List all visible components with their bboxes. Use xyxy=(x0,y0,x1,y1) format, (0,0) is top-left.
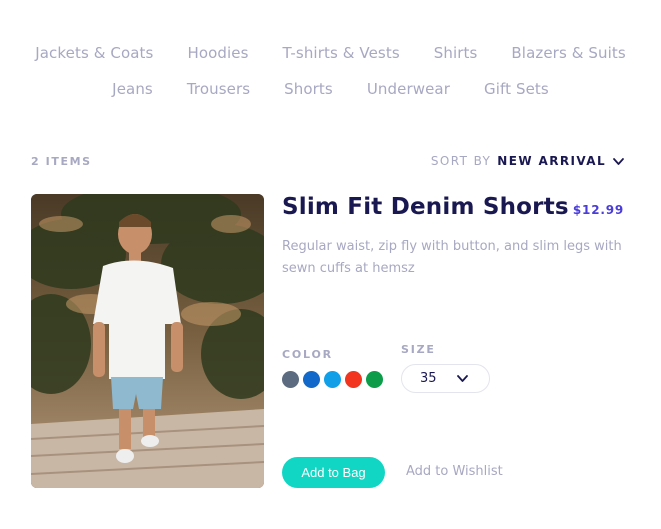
chevron-down-icon xyxy=(613,157,624,165)
category-underwear[interactable]: Underwear xyxy=(350,80,467,98)
category-jackets-coats[interactable]: Jackets & Coats xyxy=(18,44,170,62)
color-swatch-blue[interactable] xyxy=(303,371,320,388)
color-swatch-red[interactable] xyxy=(345,371,362,388)
size-select[interactable]: 35 xyxy=(401,364,490,393)
category-tshirts-vests[interactable]: T-shirts & Vests xyxy=(266,44,417,62)
color-swatch-slate[interactable] xyxy=(282,371,299,388)
chevron-down-icon xyxy=(457,375,468,382)
color-swatches xyxy=(282,371,383,388)
category-trousers[interactable]: Trousers xyxy=(170,80,267,98)
product-photo-illustration xyxy=(31,194,264,488)
add-to-wishlist-link[interactable]: Add to Wishlist xyxy=(406,464,503,479)
category-blazers-suits[interactable]: Blazers & Suits xyxy=(494,44,642,62)
category-gift-sets[interactable]: Gift Sets xyxy=(467,80,566,98)
category-nav-row-1: Jackets & Coats Hoodies T-shirts & Vests… xyxy=(0,44,661,62)
product-image[interactable] xyxy=(31,194,264,488)
color-label: COLOR xyxy=(282,348,333,361)
sort-value: NEW ARRIVAL xyxy=(497,154,606,168)
product-price: $12.99 xyxy=(572,203,624,217)
product-title: Slim Fit Denim Shorts xyxy=(282,194,569,220)
color-swatch-green[interactable] xyxy=(366,371,383,388)
size-label: SIZE xyxy=(401,343,436,356)
add-to-bag-button[interactable]: Add to Bag xyxy=(282,457,385,488)
items-count: 2 ITEMS xyxy=(31,155,92,168)
category-jeans[interactable]: Jeans xyxy=(95,80,170,98)
size-value: 35 xyxy=(420,371,437,386)
category-shirts[interactable]: Shirts xyxy=(417,44,495,62)
color-swatch-sky[interactable] xyxy=(324,371,341,388)
product-description: Regular waist, zip fly with button, and … xyxy=(282,239,622,276)
sort-dropdown[interactable]: SORT BY NEW ARRIVAL xyxy=(431,154,625,168)
sort-label: SORT BY xyxy=(430,154,492,168)
category-shorts[interactable]: Shorts xyxy=(267,80,350,98)
category-nav-row-2: Jeans Trousers Shorts Underwear Gift Set… xyxy=(0,80,661,98)
category-hoodies[interactable]: Hoodies xyxy=(170,44,265,62)
